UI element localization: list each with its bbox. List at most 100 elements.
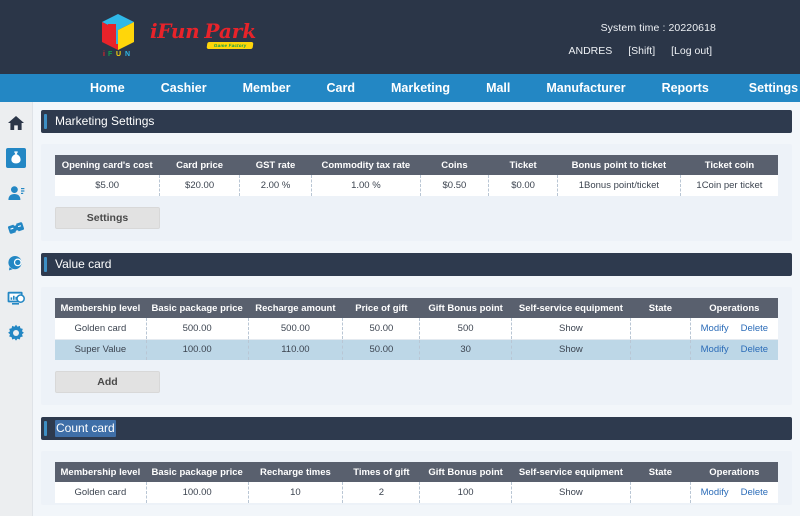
- cell-basic-package-price: 100.00: [146, 482, 249, 503]
- nav-item-member[interactable]: Member: [225, 74, 309, 102]
- shift-link[interactable]: [Shift]: [628, 45, 655, 57]
- nav-item-reports[interactable]: Reports: [644, 74, 727, 102]
- cell-gift-bonus-point: 30: [419, 339, 512, 360]
- panel-value-card: Membership level Basic package price Rec…: [41, 287, 792, 405]
- col-ticket-coin: Ticket coin: [680, 155, 778, 175]
- cell-self-service-equipment: Show: [511, 482, 632, 503]
- logo-area[interactable]: i F U N iFun Park Game Factory: [96, 10, 256, 60]
- table-header-row: Membership level Basic package price Rec…: [55, 298, 778, 318]
- nav-item-manufacturer[interactable]: Manufacturer: [528, 74, 643, 102]
- logout-link[interactable]: [Log out]: [671, 45, 712, 57]
- svg-text:N: N: [125, 51, 130, 58]
- cell-basic-package-price: 100.00: [146, 339, 249, 360]
- coin-icon: [6, 253, 26, 273]
- cell-coins: $0.50: [420, 175, 490, 196]
- cell-gift-bonus-point: 500: [419, 318, 512, 340]
- modify-link[interactable]: Modify: [701, 323, 729, 334]
- col-opening-cards-cost: Opening card's cost: [55, 155, 161, 175]
- cell-card-price: $20.00: [159, 175, 240, 196]
- nav-item-home[interactable]: Home: [72, 74, 143, 102]
- count-card-table: Membership level Basic package price Rec…: [55, 462, 778, 503]
- col-recharge-times: Recharge times: [248, 462, 344, 482]
- sidebar-item-reports[interactable]: [5, 287, 27, 309]
- panel-count-card: Membership level Basic package price Rec…: [41, 451, 792, 505]
- panel-marketing-settings: Opening card's cost Card price GST rate …: [41, 144, 792, 241]
- settings-button[interactable]: Settings: [55, 207, 160, 229]
- add-button[interactable]: Add: [55, 371, 160, 393]
- delete-link[interactable]: Delete: [741, 487, 768, 498]
- table-header-row: Membership level Basic package price Rec…: [55, 462, 778, 482]
- member-icon: [6, 183, 26, 203]
- col-times-of-gift: Times of gift: [342, 462, 421, 482]
- cell-operations: Modify Delete: [690, 318, 778, 340]
- col-bonus-point-to-ticket: Bonus point to ticket: [557, 155, 681, 175]
- section-header-value-card: Value card: [41, 253, 792, 276]
- col-membership-level: Membership level: [55, 298, 147, 318]
- modify-link[interactable]: Modify: [701, 487, 729, 498]
- brand-primary-text: iFun: [150, 19, 200, 43]
- brand-wordmark: iFun Park Game Factory: [150, 21, 256, 49]
- section-title-count-card: Count card: [55, 420, 116, 437]
- cell-gst-rate: 2.00 %: [239, 175, 313, 196]
- ticket-icon: [6, 218, 26, 238]
- svg-text:U: U: [116, 51, 121, 58]
- nav-item-marketing[interactable]: Marketing: [373, 74, 468, 102]
- cell-recharge-times: 10: [248, 482, 344, 503]
- cell-self-service-equipment: Show: [511, 339, 632, 360]
- col-coins: Coins: [420, 155, 490, 175]
- cell-state: [630, 339, 691, 360]
- cell-opening-cards-cost: $5.00: [55, 175, 161, 196]
- system-info: System time : 20220618 ANDRES [Shift] [L…: [569, 22, 793, 57]
- cell-ticket: $0.00: [488, 175, 558, 196]
- gear-icon: [6, 323, 26, 343]
- col-basic-package-price: Basic package price: [146, 462, 249, 482]
- delete-link[interactable]: Delete: [741, 323, 768, 334]
- sidebar-item-settings[interactable]: [5, 322, 27, 344]
- col-gift-bonus-point: Gift Bonus point: [419, 298, 512, 318]
- system-time: System time : 20220618: [600, 22, 716, 34]
- cell-operations: Modify Delete: [690, 339, 778, 360]
- svg-text:F: F: [108, 51, 113, 58]
- table-header-row: Opening card's cost Card price GST rate …: [55, 155, 778, 175]
- nav-item-mall[interactable]: Mall: [468, 74, 528, 102]
- col-price-of-gift: Price of gift: [342, 298, 421, 318]
- cell-price-of-gift: 50.00: [342, 339, 421, 360]
- col-self-service-equipment: Self-service equipment: [511, 462, 632, 482]
- section-title-value-card: Value card: [55, 257, 112, 271]
- modify-link[interactable]: Modify: [701, 344, 729, 355]
- col-operations: Operations: [690, 298, 778, 318]
- nav-item-cashier[interactable]: Cashier: [143, 74, 225, 102]
- sidebar-item-home[interactable]: [5, 112, 27, 134]
- col-gst-rate: GST rate: [239, 155, 313, 175]
- sidebar-item-member[interactable]: [5, 182, 27, 204]
- cell-self-service-equipment: Show: [511, 318, 632, 340]
- table-row: Golden card 100.00 10 2 100 Show Modify D…: [55, 482, 778, 503]
- user-name: ANDRES: [568, 45, 613, 57]
- col-state: State: [630, 462, 691, 482]
- col-ticket: Ticket: [488, 155, 558, 175]
- cell-membership-level: Golden card: [55, 482, 147, 503]
- col-membership-level: Membership level: [55, 462, 147, 482]
- col-self-service-equipment: Self-service equipment: [511, 298, 632, 318]
- app-root: i F U N iFun Park Game Factory System ti…: [0, 0, 800, 516]
- table-row: Super Value 100.00 110.00 50.00 30 Show …: [55, 339, 778, 360]
- section-title-marketing-settings: Marketing Settings: [55, 114, 155, 128]
- nav-item-settings[interactable]: Settings: [727, 74, 800, 102]
- delete-link[interactable]: Delete: [741, 344, 768, 355]
- sidebar-item-marketing[interactable]: [5, 147, 27, 169]
- cell-gift-bonus-point: 100: [419, 482, 512, 503]
- cell-operations: Modify Delete: [690, 482, 778, 503]
- cell-recharge-amount: 500.00: [248, 318, 344, 340]
- table-row: $5.00 $20.00 2.00 % 1.00 % $0.50 $0.00 1…: [55, 175, 778, 196]
- cell-basic-package-price: 500.00: [146, 318, 249, 340]
- section-header-marketing-settings: Marketing Settings: [41, 110, 792, 133]
- col-gift-bonus-point: Gift Bonus point: [419, 462, 512, 482]
- nav-item-card[interactable]: Card: [309, 74, 373, 102]
- sidebar-item-coin[interactable]: [5, 252, 27, 274]
- sidebar-item-ticket[interactable]: [5, 217, 27, 239]
- svg-text:i: i: [103, 51, 105, 58]
- cell-commodity-tax-rate: 1.00 %: [311, 175, 421, 196]
- col-recharge-amount: Recharge amount: [248, 298, 344, 318]
- section-header-count-card: Count card: [41, 417, 792, 440]
- cell-recharge-amount: 110.00: [248, 339, 344, 360]
